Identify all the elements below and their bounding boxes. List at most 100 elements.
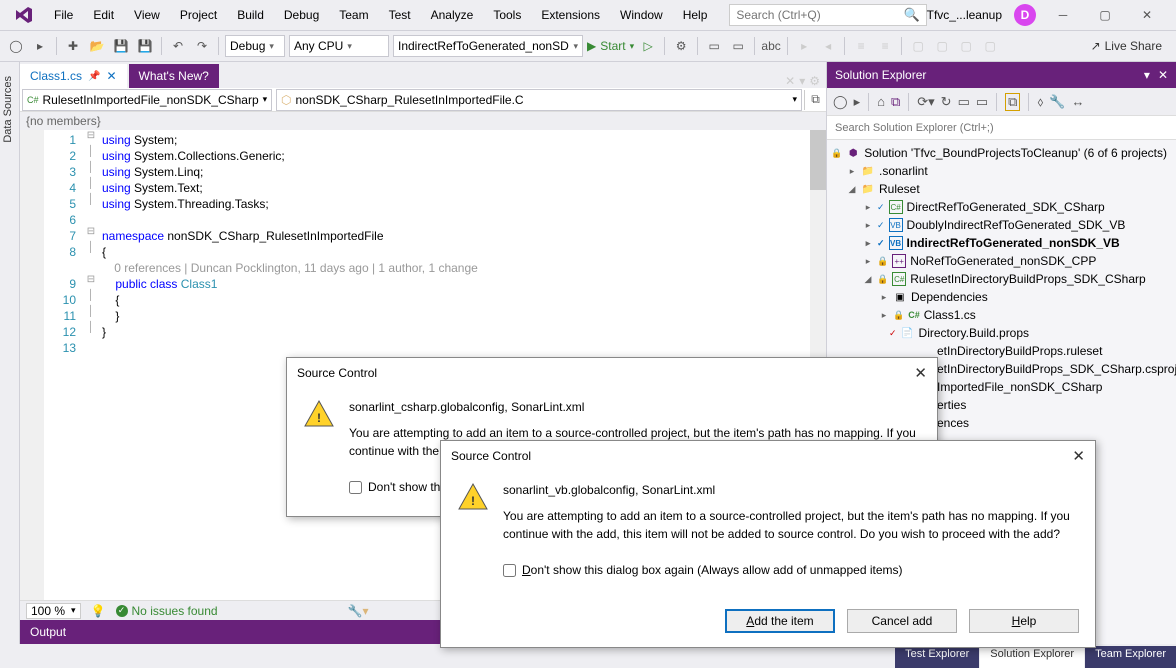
dialog2-checkbox-label: Don't show this dialog box again (Always… <box>522 561 903 579</box>
sol-showall-icon[interactable]: ▭ <box>976 94 988 110</box>
tool-icon-1[interactable]: ⚙ <box>671 36 691 56</box>
sol-fwd-icon[interactable]: ▸ <box>854 94 861 110</box>
screwdriver-icon[interactable]: 🔧▾ <box>348 604 369 618</box>
warning-icon: ! <box>457 481 489 513</box>
live-share-button[interactable]: ↗ Live Share <box>1091 39 1170 53</box>
dialog2-title: Source Control <box>451 449 531 463</box>
search-icon: 🔍 <box>903 7 919 23</box>
indent-icon[interactable]: ▸ <box>794 36 814 56</box>
redo-icon[interactable]: ↷ <box>192 36 212 56</box>
tab-solution-explorer[interactable]: Solution Explorer <box>980 646 1084 668</box>
tab-class1[interactable]: Class1.cs 📌 ✕ <box>20 64 127 88</box>
bookmark4-icon[interactable]: ▢ <box>980 36 1000 56</box>
pin-icon[interactable]: 📌 <box>88 71 100 82</box>
add-item-button[interactable]: Add the item <box>725 609 835 633</box>
nav-fwd-icon[interactable]: ▸ <box>30 36 50 56</box>
sol-more-icon[interactable]: ↔ <box>1072 94 1085 109</box>
uncomment-icon[interactable]: ≡ <box>875 36 895 56</box>
start-nodebug-icon[interactable]: ▷ <box>638 36 658 56</box>
tab-gear-icon[interactable]: ⚙ <box>809 74 820 88</box>
dialog1-filename: sonarlint_csharp.globalconfig, SonarLint… <box>349 398 921 416</box>
tab-dropdown-icon[interactable]: ▾ <box>799 74 805 88</box>
bookmark2-icon[interactable]: ▢ <box>932 36 952 56</box>
menu-debug[interactable]: Debug <box>274 4 329 26</box>
tool-icon-2[interactable]: ▭ <box>704 36 724 56</box>
zoom-dropdown[interactable]: 100 %▾ <box>26 603 81 619</box>
save-all-icon[interactable]: 💾 <box>135 36 155 56</box>
window-minimize-icon[interactable]: ─ <box>1048 8 1078 22</box>
menu-tools[interactable]: Tools <box>483 4 531 26</box>
close-icon[interactable]: ✕ <box>106 69 116 83</box>
nav-back-icon[interactable]: ◯ <box>6 36 26 56</box>
bookmark3-icon[interactable]: ▢ <box>956 36 976 56</box>
solution-explorer-header[interactable]: Solution Explorer ▾✕ <box>827 62 1176 88</box>
solution-search[interactable] <box>827 116 1176 140</box>
dialog1-checkbox-label: Don't show th <box>368 478 440 496</box>
new-item-icon[interactable]: ✚ <box>63 36 83 56</box>
sol-collapse-icon[interactable]: ▭ <box>958 94 970 110</box>
platform-dropdown[interactable]: Any CPU▾ <box>289 35 389 57</box>
menu-test[interactable]: Test <box>379 4 421 26</box>
sol-back-icon[interactable]: ◯ <box>833 94 848 110</box>
menu-team[interactable]: Team <box>329 4 378 26</box>
sol-preview-icon[interactable]: ⧉ <box>1005 93 1020 111</box>
tab-test-explorer[interactable]: Test Explorer <box>895 646 979 668</box>
tool-icon-3[interactable]: ▭ <box>728 36 748 56</box>
menu-edit[interactable]: Edit <box>83 4 124 26</box>
fold-column[interactable]: ⊟││││⊟│⊟│││ <box>84 130 98 600</box>
check-icon: ✓ <box>116 605 128 617</box>
dialog2-close-icon[interactable]: ✕ <box>1072 447 1085 465</box>
menu-file[interactable]: File <box>44 4 83 26</box>
window-restore-icon[interactable]: ▢ <box>1090 8 1120 22</box>
sol-sync-icon[interactable]: ↻ <box>941 94 952 110</box>
line-gutter: 123 456 789 101112 13 <box>44 130 84 600</box>
cancel-add-button[interactable]: Cancel add <box>847 609 957 633</box>
solution-search-input[interactable] <box>827 116 1176 139</box>
menu-extensions[interactable]: Extensions <box>531 4 610 26</box>
issues-indicator[interactable]: ✓ No issues found <box>116 604 218 618</box>
menu-help[interactable]: Help <box>673 4 718 26</box>
dialog1-close-icon[interactable]: ✕ <box>914 364 927 382</box>
side-tab-data-sources[interactable]: Data Sources <box>0 62 20 644</box>
start-debug-button[interactable]: ▶Start▾ <box>587 39 634 53</box>
sol-home-icon[interactable]: ⌂ <box>877 94 885 109</box>
startup-dropdown[interactable]: IndirectRefToGenerated_nonSDK_V▾ <box>393 35 583 57</box>
nav-project-dropdown[interactable]: C# RulesetInImportedFile_nonSDK_CSharp ▾ <box>22 89 272 111</box>
tab-close-all-icon[interactable]: ✕ <box>785 74 795 88</box>
document-tabs: Class1.cs 📌 ✕ What's New? ✕ ▾ ⚙ <box>20 62 826 88</box>
menu-project[interactable]: Project <box>170 4 227 26</box>
user-avatar[interactable]: D <box>1014 4 1036 26</box>
sol-wrench-icon[interactable]: 🔧 <box>1049 94 1065 110</box>
dialog2-checkbox[interactable] <box>503 564 516 577</box>
sol-refresh-icon[interactable]: ⟳▾ <box>917 94 934 110</box>
bookmark-icon[interactable]: ▢ <box>908 36 928 56</box>
dialog1-checkbox[interactable] <box>349 481 362 494</box>
comment-icon[interactable]: ≡ <box>851 36 871 56</box>
tab-team-explorer[interactable]: Team Explorer <box>1085 646 1176 668</box>
nav-class-dropdown[interactable]: ⬡ nonSDK_CSharp_RulesetInImportedFile.C … <box>276 89 802 111</box>
sol-properties-icon[interactable]: ⬨ <box>1037 94 1043 110</box>
menu-window[interactable]: Window <box>610 4 673 26</box>
tab-whats-new[interactable]: What's New? <box>129 64 219 88</box>
panel-close-icon[interactable]: ✕ <box>1158 68 1168 82</box>
undo-icon[interactable]: ↶ <box>168 36 188 56</box>
open-icon[interactable]: 📂 <box>87 36 107 56</box>
tool-icon-4[interactable]: abc <box>761 36 781 56</box>
save-icon[interactable]: 💾 <box>111 36 131 56</box>
window-close-icon[interactable]: ✕ <box>1132 8 1162 22</box>
panel-dropdown-icon[interactable]: ▾ <box>1144 68 1150 82</box>
menu-build[interactable]: Build <box>227 4 274 26</box>
search-input[interactable] <box>736 8 903 22</box>
solution-toolbar: ◯ ▸ ⌂ ⧉ ⟳▾ ↻ ▭ ▭ ⧉ ⬨ 🔧 ↔ <box>827 88 1176 116</box>
outdent-icon[interactable]: ◂ <box>818 36 838 56</box>
bulb-icon[interactable]: 💡 <box>91 604 106 618</box>
main-toolbar: ◯ ▸ ✚ 📂 💾 💾 ↶ ↷ Debug▾ Any CPU▾ Indirect… <box>0 30 1176 62</box>
help-button[interactable]: Help <box>969 609 1079 633</box>
nav-split-icon[interactable]: ⧉ <box>804 90 826 110</box>
config-dropdown[interactable]: Debug▾ <box>225 35 285 57</box>
menu-view[interactable]: View <box>124 4 170 26</box>
menu-analyze[interactable]: Analyze <box>421 4 484 26</box>
dialog1-title: Source Control <box>297 366 377 380</box>
global-search[interactable]: 🔍 <box>729 4 926 26</box>
sol-switch-icon[interactable]: ⧉ <box>891 94 900 110</box>
